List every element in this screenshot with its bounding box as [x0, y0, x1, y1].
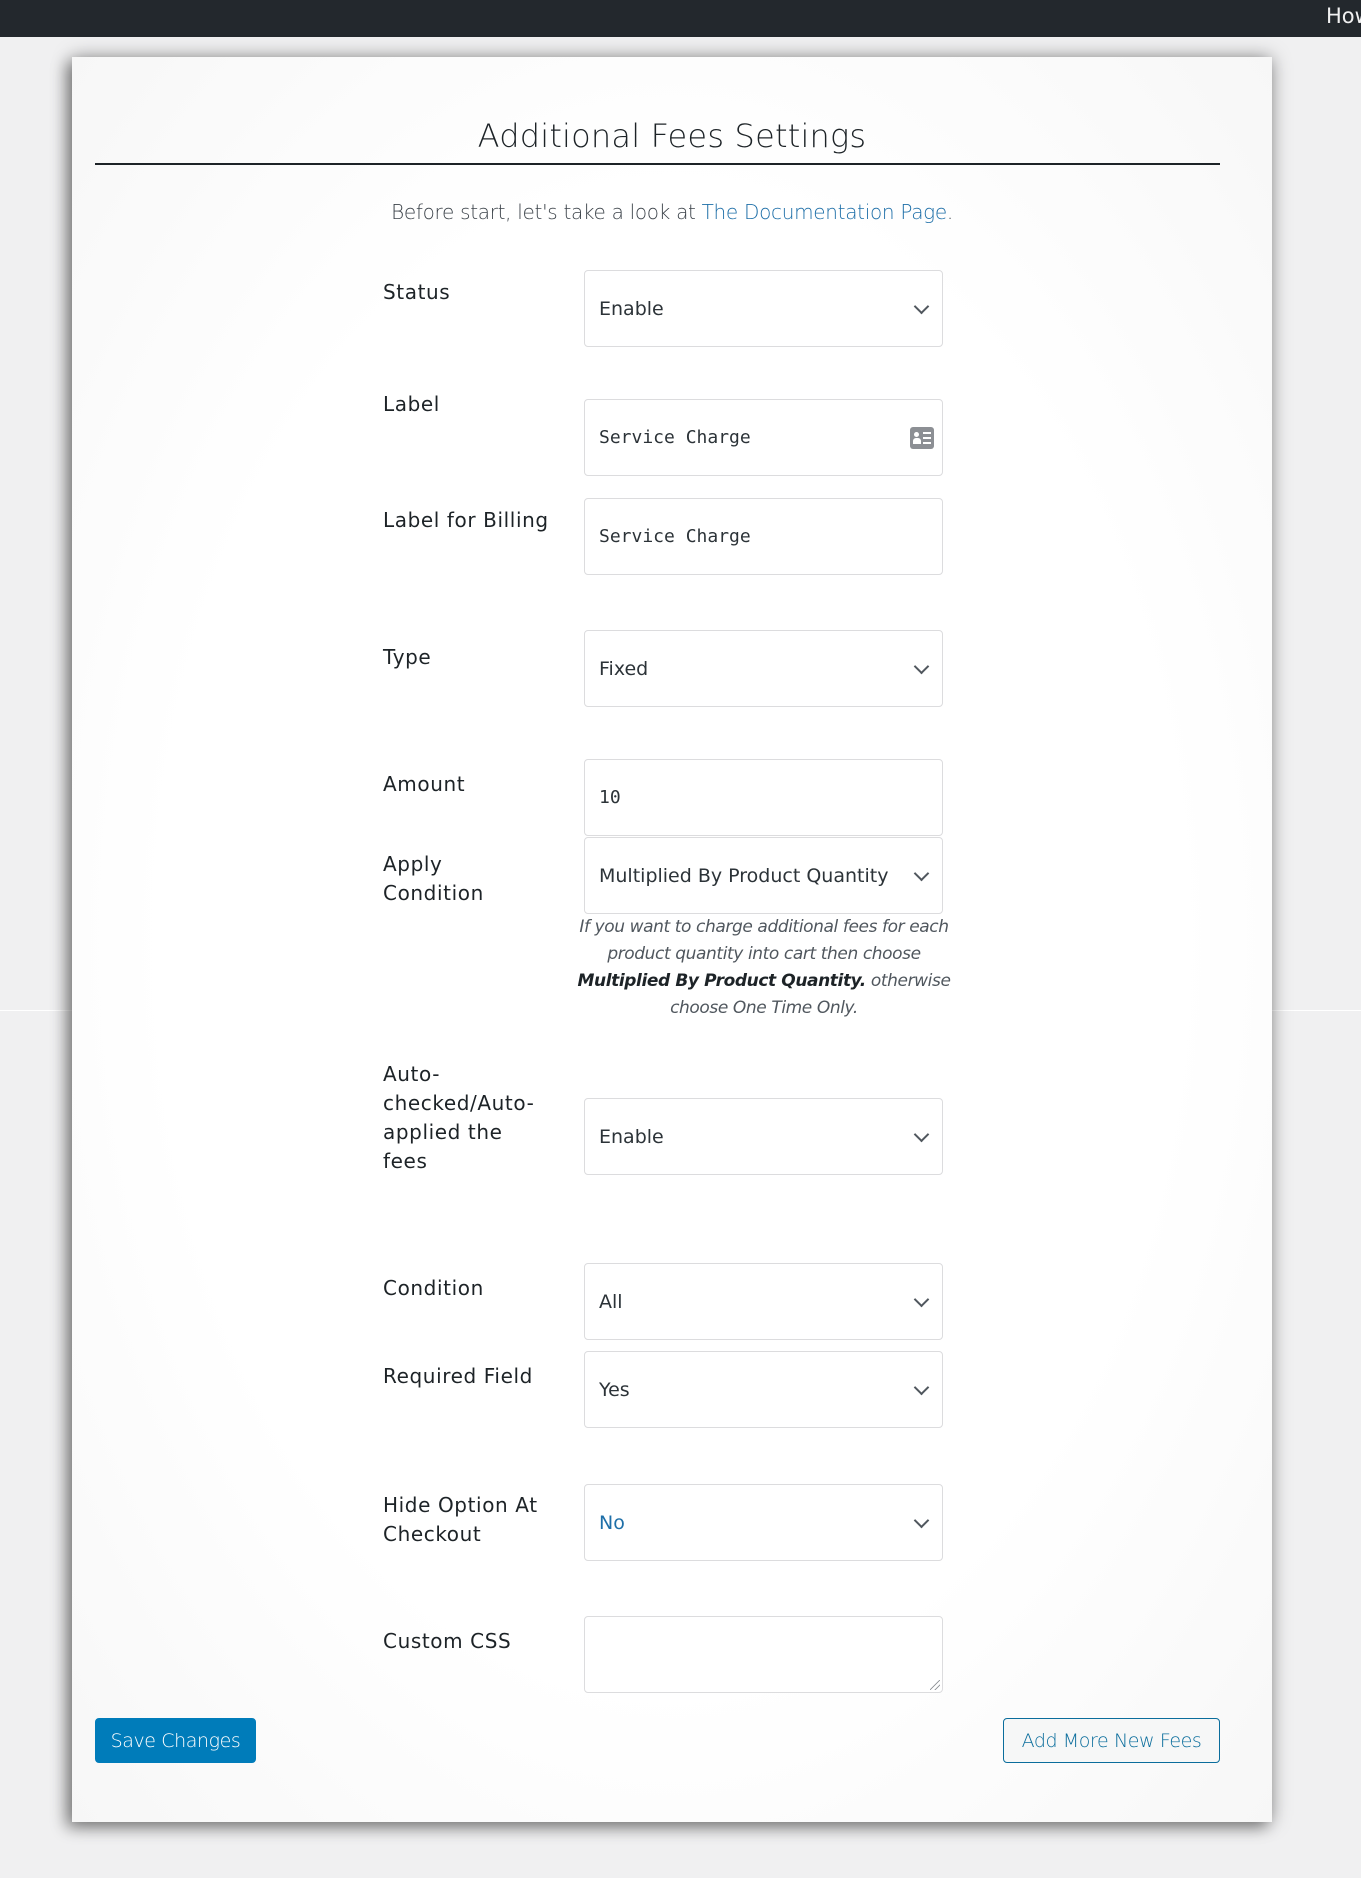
help-text: If you want to charge additional fees fo…: [579, 917, 949, 964]
hide-option-value: No: [599, 1511, 625, 1534]
custom-css-textarea[interactable]: [584, 1616, 943, 1693]
condition-select[interactable]: All: [584, 1263, 943, 1340]
label-value: Service Charge: [599, 427, 751, 448]
status-select[interactable]: Enable: [584, 270, 943, 347]
chevron-down-icon: [914, 1127, 928, 1141]
auto-applied-value: Enable: [599, 1125, 664, 1148]
amount-label: Amount: [383, 772, 466, 796]
admin-top-bar: How: [0, 0, 1361, 37]
intro-suffix: .: [946, 200, 953, 224]
auto-applied-select[interactable]: Enable: [584, 1098, 943, 1175]
intro-text: Before start, let's take a look at The D…: [72, 200, 1272, 224]
condition-label: Condition: [383, 1276, 484, 1300]
condition-value: All: [599, 1290, 623, 1313]
label-for-billing-value: Service Charge: [599, 526, 751, 547]
save-changes-button[interactable]: Save Changes: [95, 1718, 256, 1763]
apply-condition-value: Multiplied By Product Quantity: [599, 864, 889, 887]
type-select[interactable]: Fixed: [584, 630, 943, 707]
label-label: Label: [383, 392, 440, 416]
page-title: Additional Fees Settings: [477, 117, 867, 155]
type-label: Type: [383, 645, 432, 669]
amount-value: 10: [599, 787, 621, 808]
documentation-link[interactable]: The Documentation Page: [702, 200, 948, 224]
chevron-down-icon: [914, 299, 928, 313]
required-field-label: Required Field: [383, 1364, 533, 1388]
apply-condition-help: If you want to charge additional fees fo…: [576, 914, 952, 1022]
label-for-billing-label: Label for Billing: [383, 508, 549, 532]
chevron-down-icon: [914, 866, 928, 880]
chevron-down-icon: [914, 1513, 928, 1527]
auto-applied-label: Auto-checked/Auto-applied the fees: [383, 1062, 535, 1173]
apply-condition-select[interactable]: Multiplied By Product Quantity: [584, 837, 943, 914]
amount-input[interactable]: 10: [584, 759, 943, 836]
help-emphasis: Multiplied By Product Quantity.: [577, 971, 866, 991]
intro-prefix: Before start, let's take a look at: [391, 200, 702, 224]
type-value: Fixed: [599, 657, 649, 680]
topbar-howdy-link[interactable]: How: [1326, 4, 1361, 28]
status-value: Enable: [599, 297, 664, 320]
label-input[interactable]: Service Charge: [584, 399, 943, 476]
contact-card-icon[interactable]: [910, 426, 934, 449]
title-divider: [95, 163, 1220, 165]
status-label: Status: [383, 280, 451, 304]
required-field-select[interactable]: Yes: [584, 1351, 943, 1428]
chevron-down-icon: [914, 1380, 928, 1394]
resize-handle-icon[interactable]: [930, 1680, 940, 1690]
hide-option-label: Hide Option At Checkout: [383, 1493, 538, 1546]
add-more-new-fees-button[interactable]: Add More New Fees: [1003, 1718, 1220, 1763]
label-for-billing-input[interactable]: Service Charge: [584, 498, 943, 575]
required-field-value: Yes: [599, 1378, 630, 1401]
custom-css-label: Custom CSS: [383, 1629, 512, 1653]
chevron-down-icon: [914, 1292, 928, 1306]
hide-option-select[interactable]: No: [584, 1484, 943, 1561]
settings-card: Additional Fees Settings Before start, l…: [72, 57, 1272, 1822]
chevron-down-icon: [914, 659, 928, 673]
apply-condition-label: Apply Condition: [383, 852, 484, 905]
